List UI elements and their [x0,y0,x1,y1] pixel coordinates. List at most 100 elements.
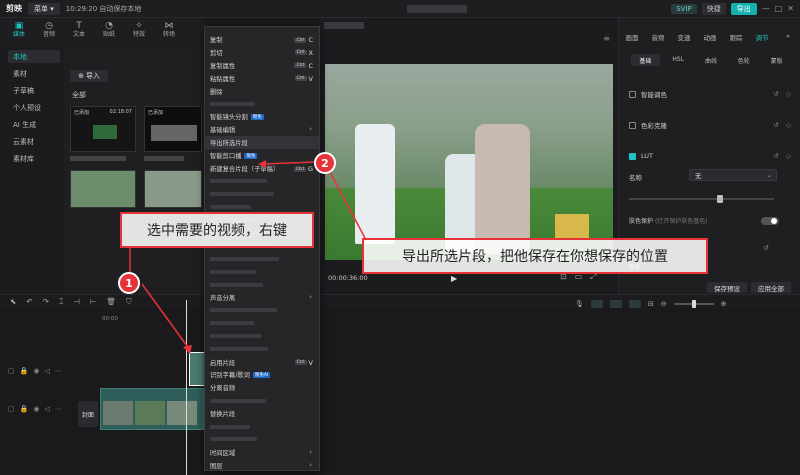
preview-axis-toggle[interactable] [628,300,641,308]
split-view-icon[interactable]: ⊟ [648,300,654,308]
menu-item[interactable]: 声音分离 › [205,291,319,304]
menu-item[interactable]: 粘贴属性 Ctrl V [205,72,319,85]
split-left-icon[interactable]: ⊣ [73,297,80,306]
zoom-in-icon[interactable]: ⊕ [721,300,727,308]
nav-subdraft[interactable]: 子草稿 [8,84,60,97]
tool-sticker[interactable]: ◔ 贴纸 [94,21,124,38]
tab-picture[interactable]: 画面 [619,32,645,45]
apply-all-button[interactable]: 应用全部 [751,282,791,293]
minimize-icon[interactable]: — [762,4,770,13]
tool-media[interactable]: ▣ 媒体 [4,21,34,38]
nav-presets[interactable]: 个人预设 [8,101,60,114]
undo-icon[interactable]: ↶ [26,297,32,306]
menu-item[interactable]: 剪切 Ctrl X [205,46,319,59]
track-toggle-icon[interactable]: ▢ [8,367,15,375]
menu-item[interactable]: 导出所选片段 [205,136,319,150]
eye-icon[interactable]: ◉ [33,405,39,413]
media-thumb[interactable]: 已添加 02:18:07 [70,106,136,152]
reset-icon[interactable]: ↺ [774,152,779,160]
menu-item[interactable]: 识别字幕/歌词 限免AI [205,368,319,381]
shortcut-button[interactable]: 快捷 [701,2,726,15]
select-tool-icon[interactable]: ⬉ [10,297,16,306]
menu-item[interactable]: 复制属性 Ctrl C [205,59,319,72]
smart-color-checkbox[interactable] [629,90,636,98]
media-thumb[interactable] [144,170,202,208]
keyframe-icon[interactable]: ◇ [786,121,791,129]
media-thumb[interactable] [70,170,136,208]
nav-cloud[interactable]: 云素材 [8,135,60,148]
tool-transition[interactable]: ⋈ 转场 [154,21,184,38]
menu-item[interactable]: 新建复合片段（子草稿） Ctrl G [205,162,319,175]
menu-item[interactable]: 删除 [205,85,319,98]
menu-item[interactable]: 替换片段 [205,407,319,420]
save-preset-button[interactable]: 保存预设 [707,282,747,293]
tab-speed[interactable]: 变速 [671,32,697,45]
audio-mute-icon[interactable]: ◁ [44,405,49,413]
more-tabs-icon[interactable]: » [775,32,800,45]
vip-badge[interactable]: SVIP [671,3,697,14]
subtab-wheels[interactable]: 色轮 [729,54,758,66]
keyframe-icon[interactable]: ◇ [786,90,791,98]
lut-select[interactable]: 无 ⌄ [689,169,777,181]
menu-item[interactable]: 智能剪口播 限免 [205,149,319,162]
maximize-icon[interactable]: □ [775,4,783,13]
track-toggle-icon[interactable]: ▢ [8,405,15,413]
subtab-curves[interactable]: 曲线 [697,54,726,66]
more-icon[interactable]: ⋯ [55,367,62,375]
menu-item[interactable]: 智能镜头分割 限免 [205,110,319,123]
selected-video-clip[interactable] [189,352,205,386]
zoom-slider[interactable] [673,300,714,308]
nav-ai-generate[interactable]: AI 生成 [8,118,60,131]
playhead[interactable] [186,300,187,475]
tab-adjust[interactable]: 调节 [749,32,775,45]
slider-handle[interactable] [717,195,723,203]
eye-icon[interactable]: ◉ [33,367,39,375]
redo-icon[interactable]: ↷ [43,297,49,306]
subtab-mask[interactable]: 蒙版 [762,54,791,66]
menu-item[interactable]: 启用片段 Ctrl V [205,356,319,369]
menu-item[interactable]: 基础编辑 › [205,123,319,136]
video-preview[interactable] [325,64,613,260]
skin-protect-toggle[interactable] [761,217,779,225]
media-thumb[interactable]: 已添加 [144,106,202,152]
player-menu-icon[interactable]: ≡ [603,34,610,43]
subtab-basic[interactable]: 基础 [631,54,660,66]
menu-item[interactable]: 分离音频 [205,381,319,394]
tab-tracking[interactable]: 跟踪 [723,32,749,45]
menu-item[interactable]: 复制 Ctrl C [205,33,319,46]
reset-icon[interactable]: ↺ [763,244,769,252]
tool-effects[interactable]: ✧ 特效 [124,21,154,38]
more-icon[interactable]: ⋯ [55,405,62,413]
shield-icon[interactable]: ⛉ [126,297,132,307]
export-button[interactable]: 导出 [730,2,757,15]
reset-icon[interactable]: ↺ [774,121,779,129]
tab-animation[interactable]: 动画 [697,32,723,45]
lock-icon[interactable]: 🔒 [20,405,29,413]
zoom-out-icon[interactable]: ⊖ [661,300,667,308]
tab-audio[interactable]: 音频 [645,32,671,45]
lut-strength-slider[interactable] [629,198,774,200]
video-clip[interactable] [100,388,204,430]
reset-icon[interactable]: ↺ [774,90,779,98]
nav-material[interactable]: 素材 [8,67,60,80]
import-button[interactable]: ⊕ 导入 [70,70,108,82]
tool-text[interactable]: T 文本 [64,21,94,38]
lock-icon[interactable]: 🔒 [20,367,29,375]
link-toggle[interactable] [609,300,622,308]
microphone-icon[interactable]: 🎙 [575,300,584,308]
delete-icon[interactable]: 🗑 [106,297,116,306]
cover-button[interactable]: 封面 [78,401,98,427]
tool-audio[interactable]: ◷ 音频 [34,21,64,38]
nav-local[interactable]: 本地 [8,50,60,63]
filter-all[interactable]: 全部 [72,90,86,100]
close-icon[interactable]: ✕ [787,4,794,13]
split-right-icon[interactable]: ⊢ [90,297,97,306]
magnet-toggle[interactable] [590,300,603,308]
menu-item[interactable]: 图层 › [205,459,319,472]
subtab-hsl[interactable]: HSL [664,54,693,66]
audio-mute-icon[interactable]: ◁ [44,367,49,375]
play-icon[interactable]: ▶ [451,274,457,283]
color-clone-checkbox[interactable] [629,121,636,129]
menu-item[interactable]: 时间区域 › [205,446,319,459]
lut-checkbox[interactable] [629,152,636,160]
